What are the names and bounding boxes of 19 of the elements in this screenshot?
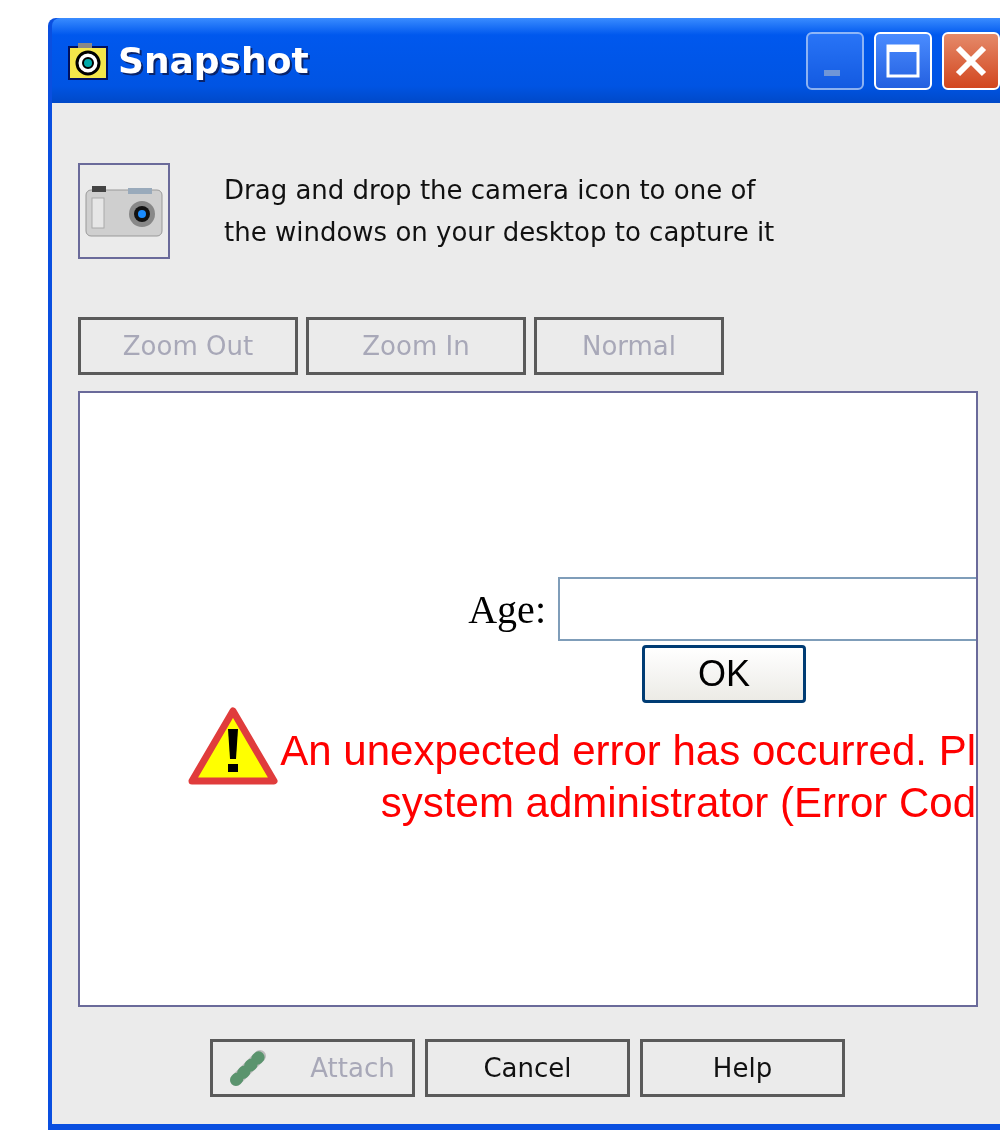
dialog-button[interactable]: Help: [640, 1039, 845, 1097]
error-message: system administrator (Error Cod: [380, 778, 976, 828]
instruction-text: the windows on your desktop to capture it: [224, 216, 775, 249]
close-button[interactable]: [942, 31, 1000, 90]
camera-icon: [84, 184, 164, 238]
error-message: An unexpected error has occurred. Pl: [280, 726, 976, 776]
ok-button[interactable]: OK: [642, 645, 806, 703]
camera-drag-source[interactable]: [78, 163, 170, 259]
instruction-text: Drag and drop the camera icon to one of: [224, 174, 757, 207]
warning-icon: [188, 707, 279, 785]
age-field[interactable]: [558, 577, 976, 641]
field-label: Age:: [468, 585, 546, 633]
dialog-button[interactable]: Cancel: [425, 1039, 630, 1097]
maximize-button[interactable]: [874, 31, 932, 90]
window-title: Snapshot: [118, 40, 310, 81]
close-icon: [954, 43, 988, 78]
minimize-icon: [824, 69, 840, 76]
camera-app-icon: [68, 41, 108, 80]
maximize-icon: [886, 43, 920, 78]
